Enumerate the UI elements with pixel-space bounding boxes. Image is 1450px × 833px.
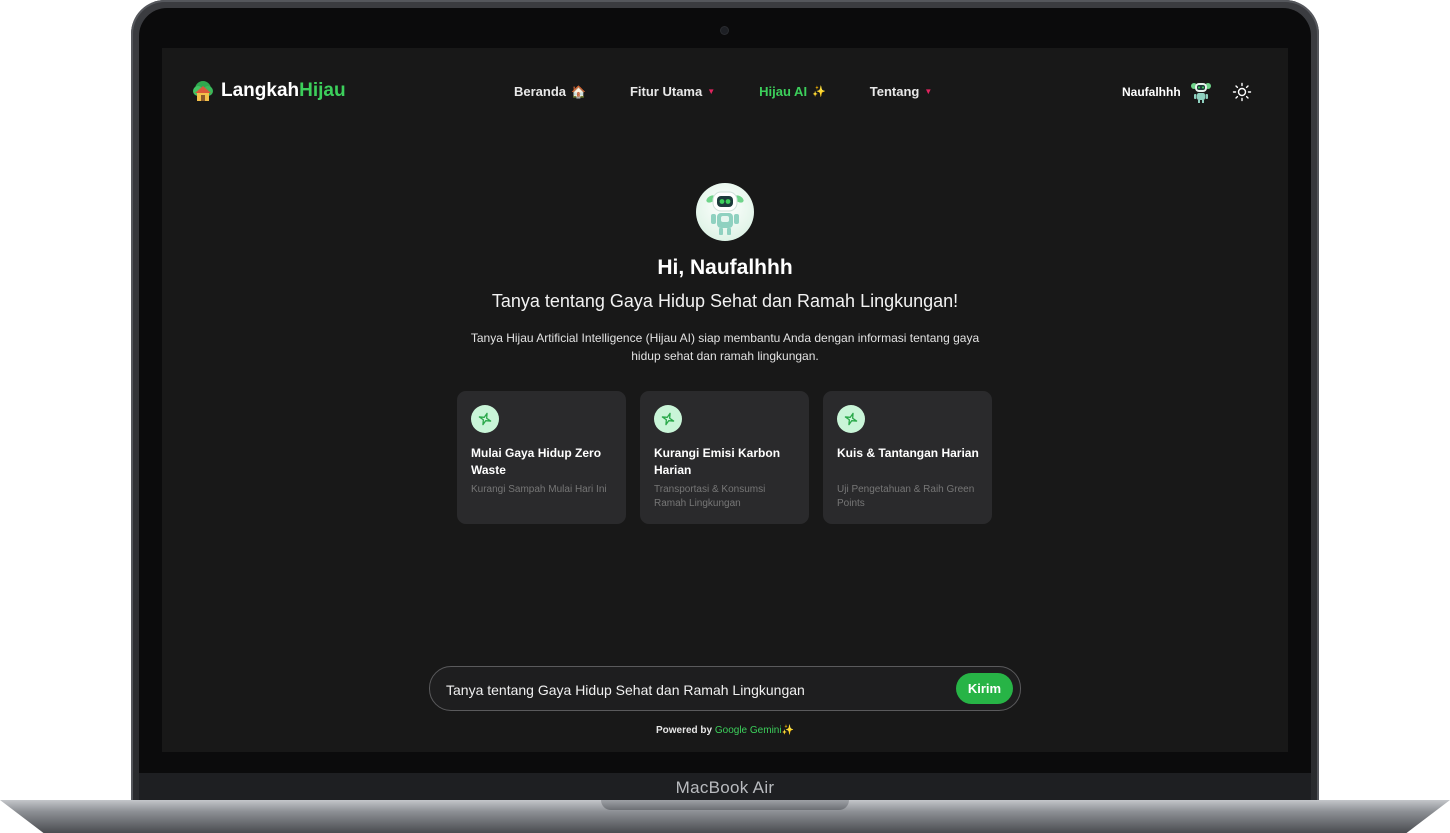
user-name: Naufalhhh: [1122, 85, 1181, 99]
chat-input[interactable]: [444, 667, 928, 712]
nav-tentang-label: Tentang: [869, 84, 920, 99]
nav-fitur-utama[interactable]: Fitur Utama ▼: [630, 84, 715, 99]
hero-description: Tanya Hijau Artificial Intelligence (Hij…: [470, 331, 980, 363]
card-subtitle: Kurangi Sampah Mulai Hari Ini: [471, 484, 607, 495]
app-screen: Langkah Hijau Beranda 🏠 Fitur Utama ▼ Hij…: [162, 48, 1288, 752]
navbar: Langkah Hijau Beranda 🏠 Fitur Utama ▼ Hij…: [162, 48, 1288, 136]
card-subtitle: Uji Pengetahuan & Raih Green Points: [837, 484, 975, 509]
suggestion-card-emisi-karbon[interactable]: Kurangi Emisi Karbon Harian Transportasi…: [640, 391, 809, 524]
card-title: Mulai Gaya Hidup Zero Waste: [471, 446, 602, 477]
robot-avatar-icon: [1190, 83, 1211, 103]
send-button[interactable]: Kirim: [956, 673, 1013, 704]
house-tree-logo-icon: [193, 81, 213, 101]
hero-subtitle: Tanya tentang Gaya Hidup Sehat dan Ramah…: [491, 291, 959, 311]
theme-toggle-sun-icon[interactable]: [1232, 82, 1252, 102]
powered-prefix: Powered by: [655, 725, 713, 736]
suggestion-cards: Mulai Gaya Hidup Zero Waste Kurangi Samp…: [457, 391, 992, 524]
nav-hijau-ai-label: Hijau AI: [759, 84, 808, 99]
laptop-notch: [601, 800, 849, 810]
laptop-chin: MacBook Air: [139, 773, 1311, 802]
suggestion-card-zero-waste[interactable]: Mulai Gaya Hidup Zero Waste Kurangi Samp…: [457, 391, 626, 524]
brand-name-part2: Hijau: [299, 80, 346, 101]
user-menu[interactable]: Naufalhhh: [1122, 80, 1213, 104]
sparkle-icon: [471, 405, 499, 433]
nav-beranda[interactable]: Beranda 🏠: [514, 84, 586, 99]
nav-fitur-utama-label: Fitur Utama: [629, 84, 703, 99]
card-subtitle: Transportasi & Konsumsi Ramah Lingkungan: [654, 484, 766, 509]
card-title: Kuis & Tantangan Harian: [837, 446, 979, 460]
suggestion-card-kuis[interactable]: Kuis & Tantangan Harian Uji Pengetahuan …: [823, 391, 992, 524]
sparkle-icon: [654, 405, 682, 433]
sparkle-icon: [837, 405, 865, 433]
sparkles-icon: ✨: [812, 86, 826, 98]
chat-input-bar: Kirim: [429, 666, 1021, 712]
hijau-ai-robot-avatar: [696, 183, 754, 241]
hero-description-wrap: Tanya Hijau Artificial Intelligence (Hij…: [162, 329, 1288, 365]
brand-name-part1: Langkah: [221, 80, 300, 101]
main-menu: Beranda 🏠 Fitur Utama ▼ Hijau AI ✨ Tenta…: [514, 84, 976, 99]
greeting-heading: Hi, Naufalhhh: [657, 256, 793, 279]
powered-by: Powered by Google Gemini✨: [162, 725, 1288, 736]
card-title: Kurangi Emisi Karbon Harian: [654, 446, 781, 477]
nav-beranda-label: Beranda: [514, 84, 567, 99]
device-label: MacBook Air: [675, 777, 775, 797]
sparkles-icon: ✨: [781, 725, 795, 736]
nav-hijau-ai[interactable]: Hijau AI ✨: [759, 84, 826, 99]
webcam: [721, 27, 728, 34]
caret-down-icon: ▼: [707, 87, 716, 96]
brand-logo-link[interactable]: Langkah Hijau: [191, 79, 346, 103]
powered-name: Google Gemini: [714, 725, 782, 736]
house-icon: 🏠: [571, 84, 586, 99]
robot-icon: [706, 191, 744, 235]
caret-down-icon: ▼: [924, 87, 933, 96]
nav-tentang[interactable]: Tentang ▼: [870, 84, 933, 99]
